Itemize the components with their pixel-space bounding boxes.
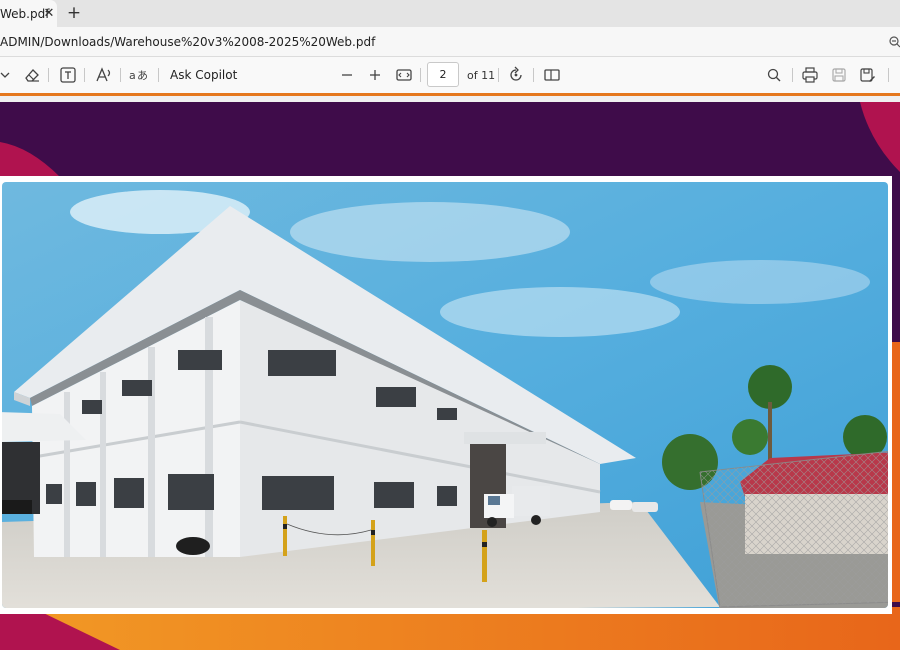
page-number-input[interactable] <box>427 62 459 87</box>
page-count: of 11 <box>467 69 496 82</box>
toolbar-divider <box>533 68 534 82</box>
svg-text:あ: あ <box>137 69 148 82</box>
close-icon[interactable]: ✕ <box>40 4 58 22</box>
zoom-in-icon[interactable] <box>366 65 384 85</box>
translate-icon[interactable]: a あ <box>128 65 150 85</box>
tab-strip: Web.pdf ✕ + <box>0 0 900 27</box>
toolbar-divider <box>420 68 421 82</box>
svg-text:a: a <box>129 69 136 82</box>
text-box-icon[interactable] <box>58 65 78 85</box>
toolbar-divider <box>158 68 159 82</box>
eraser-icon[interactable] <box>22 65 42 85</box>
print-icon[interactable] <box>800 65 820 85</box>
new-tab-icon[interactable]: + <box>64 3 84 23</box>
warehouse-photo <box>0 102 900 650</box>
save-icon[interactable] <box>829 65 849 85</box>
address-bar[interactable]: ADMIN/Downloads/Warehouse%20v3%2008-2025… <box>0 27 900 57</box>
pdf-viewport[interactable] <box>0 96 900 650</box>
pdf-page <box>0 102 900 650</box>
rotate-icon[interactable] <box>506 65 526 85</box>
zoom-out-icon[interactable] <box>338 65 356 85</box>
toolbar-divider <box>498 68 499 82</box>
ask-copilot-button[interactable]: Ask Copilot <box>170 68 237 82</box>
read-aloud-icon[interactable] <box>94 65 114 85</box>
save-as-icon[interactable] <box>857 65 877 85</box>
toolbar-divider <box>48 68 49 82</box>
toolbar-divider <box>84 68 85 82</box>
toolbar-divider <box>120 68 121 82</box>
page-view-icon[interactable] <box>542 65 562 85</box>
chevron-down-icon[interactable] <box>0 65 10 85</box>
zoom-indicator-icon[interactable] <box>889 36 900 48</box>
url-text[interactable]: ADMIN/Downloads/Warehouse%20v3%2008-2025… <box>0 35 375 49</box>
toolbar-divider <box>792 68 793 82</box>
fit-width-icon[interactable] <box>394 65 414 85</box>
tab-pdf[interactable]: Web.pdf ✕ <box>0 0 57 27</box>
search-icon[interactable] <box>764 65 784 85</box>
toolbar-divider <box>888 68 889 82</box>
